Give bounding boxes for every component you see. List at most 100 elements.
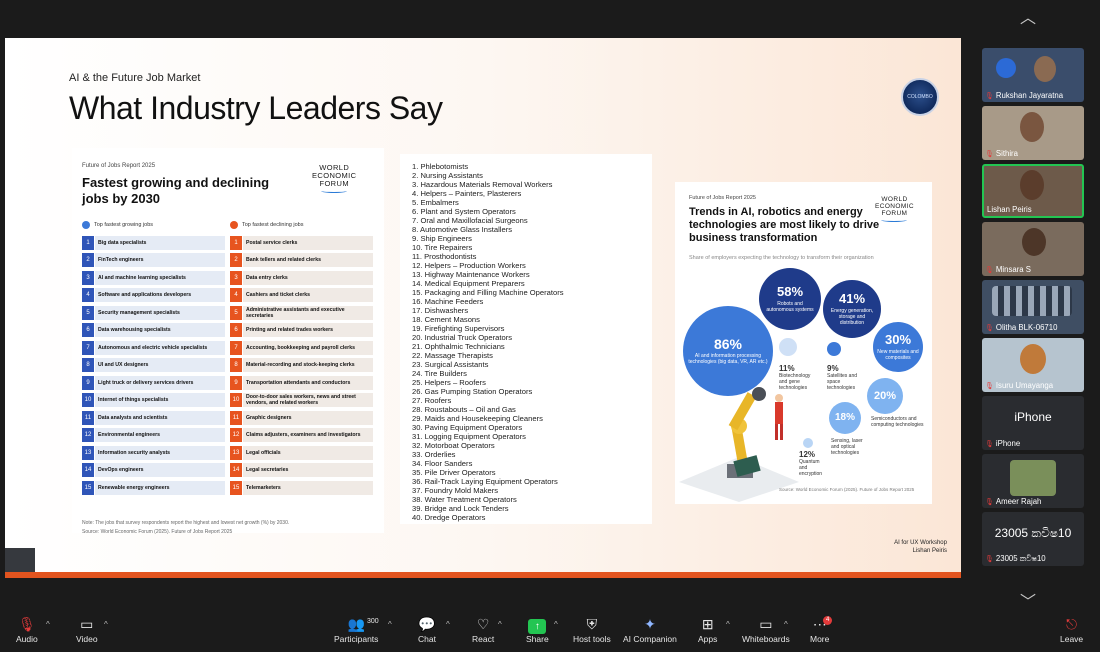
job-label: UI and UX designers bbox=[95, 358, 225, 373]
participant-video-bg bbox=[996, 58, 1016, 78]
bubble-robots-label: Robots and autonomous systems bbox=[766, 301, 814, 313]
chat-button[interactable]: 💬 Chat bbox=[418, 616, 436, 644]
sensing-label: Sensing, laser and optical technologies bbox=[831, 438, 863, 456]
participant-tile[interactable]: 🎙 Sithira bbox=[982, 106, 1084, 160]
share-label: Share bbox=[526, 634, 549, 644]
job-rank: 9 bbox=[82, 375, 94, 390]
mic-muted-icon: 🎙 bbox=[985, 498, 994, 506]
ranked-job-item: 40. Dredge Operators bbox=[412, 513, 486, 522]
participant-tile[interactable]: 🎙 Olitha BLK-06710 bbox=[982, 280, 1084, 334]
participant-name-text: Isuru Umayanga bbox=[995, 381, 1054, 390]
meeting-toolbar: 🎙 Audio ^ ▭ Video ^ 👥 Participants 300 ^… bbox=[0, 606, 1100, 652]
slide-footer: AI for UX Workshop Lishan Peiris bbox=[894, 539, 947, 555]
job-rank: 1 bbox=[82, 235, 94, 250]
ranked-job-item: 38. Water Treatment Operators bbox=[412, 495, 517, 504]
ranked-job-item: 30. Paving Equipment Operators bbox=[412, 423, 523, 432]
ranked-job-item: 12. Helpers – Production Workers bbox=[412, 261, 526, 270]
ranked-job-item: 13. Highway Maintenance Workers bbox=[412, 270, 530, 279]
job-row: 14 DevOps engineers bbox=[82, 462, 225, 480]
scroll-up-chevron-icon[interactable]: ︿ bbox=[1020, 4, 1036, 28]
ranked-job-item: 33. Orderlies bbox=[412, 450, 456, 459]
job-row: 1 Big data specialists bbox=[82, 234, 225, 252]
ranked-job-item: 36. Rail-Track Laying Equipment Operator… bbox=[412, 477, 558, 486]
wef-logo-line2: ECONOMIC bbox=[875, 203, 914, 210]
job-label: Administrative assistants and executive … bbox=[243, 305, 373, 320]
apps-button[interactable]: ⊞ Apps bbox=[698, 616, 717, 644]
job-rank: 15 bbox=[82, 480, 94, 495]
job-label: AI and machine learning specialists bbox=[95, 270, 225, 285]
participants-options-caret-icon[interactable]: ^ bbox=[388, 620, 392, 629]
ranked-job-item: 21. Ophthalmic Technicians bbox=[412, 342, 505, 351]
job-label: Data analysts and scientists bbox=[95, 410, 225, 425]
job-row: 10 Door-to-door sales workers, news and s… bbox=[230, 392, 373, 410]
job-rank: 14 bbox=[230, 463, 242, 478]
job-row: 12 Claims adjusters, examiners and invest… bbox=[230, 427, 373, 445]
ai-companion-label: AI Companion bbox=[623, 634, 677, 644]
ranked-job-item: 7. Oral and Maxillofacial Surgeons bbox=[412, 216, 528, 225]
ai-companion-button[interactable]: ✦ AI Companion bbox=[623, 616, 677, 644]
shared-slide: AI & the Future Job Market What Industry… bbox=[5, 38, 961, 578]
participant-name: 🎙 Ameer Rajah bbox=[985, 497, 1041, 506]
ranked-job-item: 11. Prosthodontists bbox=[412, 252, 477, 261]
participant-video bbox=[1020, 170, 1044, 200]
bubble-sensing: 18% bbox=[829, 402, 861, 434]
participant-name-text: Olitha BLK-06710 bbox=[995, 323, 1058, 332]
job-row: 9 Transportation attendants and conductor… bbox=[230, 374, 373, 392]
job-label: Accounting, bookkeeping and payroll cler… bbox=[243, 340, 373, 355]
share-button[interactable]: ↑ Share bbox=[526, 616, 549, 644]
bubble-semiconductors-pct: 20% bbox=[873, 390, 897, 402]
apps-options-caret-icon[interactable]: ^ bbox=[726, 620, 730, 629]
ranked-job-item: 18. Cement Masons bbox=[412, 315, 480, 324]
react-options-caret-icon[interactable]: ^ bbox=[498, 620, 502, 629]
video-options-caret-icon[interactable]: ^ bbox=[104, 620, 108, 629]
ranked-job-item: 22. Massage Therapists bbox=[412, 351, 493, 360]
job-label: Autonomous and electric vehicle speciali… bbox=[95, 340, 225, 355]
university-logo: COLOMBO bbox=[901, 78, 939, 116]
bubble-materials-label: New materials and composites bbox=[877, 349, 919, 361]
job-label: Bank tellers and related clerks bbox=[243, 253, 373, 268]
participant-tile[interactable]: 🎙 Rukshan Jayaratna bbox=[982, 48, 1084, 102]
mic-muted-icon: 🎙 bbox=[985, 92, 994, 100]
participant-tile[interactable]: iPhone 🎙 iPhone bbox=[982, 396, 1084, 450]
ranked-job-item: 17. Dishwashers bbox=[412, 306, 469, 315]
slide-title: What Industry Leaders Say bbox=[69, 90, 443, 126]
audio-button[interactable]: 🎙 Audio bbox=[16, 616, 38, 644]
chat-options-caret-icon[interactable]: ^ bbox=[446, 620, 450, 629]
participant-tile-active-speaker[interactable]: Lishan Peiris bbox=[982, 164, 1084, 218]
audio-options-caret-icon[interactable]: ^ bbox=[46, 620, 50, 629]
job-row: 3 AI and machine learning specialists bbox=[82, 269, 225, 287]
growing-header: Top fastest growing jobs bbox=[94, 222, 154, 228]
job-rank: 13 bbox=[230, 445, 242, 460]
participant-tile[interactable]: 🎙 Ameer Rajah bbox=[982, 454, 1084, 508]
whiteboards-button[interactable]: ▭ Whiteboards bbox=[742, 616, 790, 644]
job-rank: 2 bbox=[230, 253, 242, 268]
job-rank: 13 bbox=[82, 445, 94, 460]
job-rank: 10 bbox=[82, 393, 94, 408]
mic-muted-icon: 🎙 bbox=[985, 266, 994, 274]
video-button[interactable]: ▭ Video bbox=[76, 616, 98, 644]
participant-tile[interactable]: 23005 කවිෂ10 🎙 23005 කවිෂ10 bbox=[982, 512, 1084, 566]
growing-declining-jobs-card: Future of Jobs Report 2025 Fastest growi… bbox=[72, 148, 384, 535]
share-options-caret-icon[interactable]: ^ bbox=[554, 620, 558, 629]
ranked-job-item: 3. Hazardous Materials Removal Workers bbox=[412, 180, 553, 189]
job-rank: 15 bbox=[230, 480, 242, 495]
participants-count: 300 bbox=[367, 618, 379, 625]
participant-name: 🎙 Minsara S bbox=[985, 265, 1031, 274]
host-tools-button[interactable]: ⛨ Host tools bbox=[573, 616, 611, 644]
participant-tile[interactable]: 🎙 Isuru Umayanga bbox=[982, 338, 1084, 392]
participant-name: 🎙 Olitha BLK-06710 bbox=[985, 323, 1057, 332]
wef-logo-line3: FORUM bbox=[881, 210, 908, 217]
leave-button[interactable]: ⎋ Leave bbox=[1060, 616, 1083, 644]
job-rank: 9 bbox=[230, 375, 242, 390]
react-button[interactable]: ♡ React bbox=[472, 616, 494, 644]
participant-tile[interactable]: 🎙 Minsara S bbox=[982, 222, 1084, 276]
declining-header: Top fastest declining jobs bbox=[242, 222, 304, 228]
ranked-job-item: 25. Helpers – Roofers bbox=[412, 378, 486, 387]
heart-react-icon: ♡ bbox=[476, 616, 490, 632]
job-label: Software and applications developers bbox=[95, 288, 225, 303]
whiteboards-options-caret-icon[interactable]: ^ bbox=[784, 620, 788, 629]
job-row: 15 Renewable energy engineers bbox=[82, 479, 225, 497]
participant-name-text: Sithira bbox=[995, 149, 1018, 158]
ranked-job-item: 32. Motorboat Operators bbox=[412, 441, 495, 450]
job-label: Cashiers and ticket clerks bbox=[243, 288, 373, 303]
